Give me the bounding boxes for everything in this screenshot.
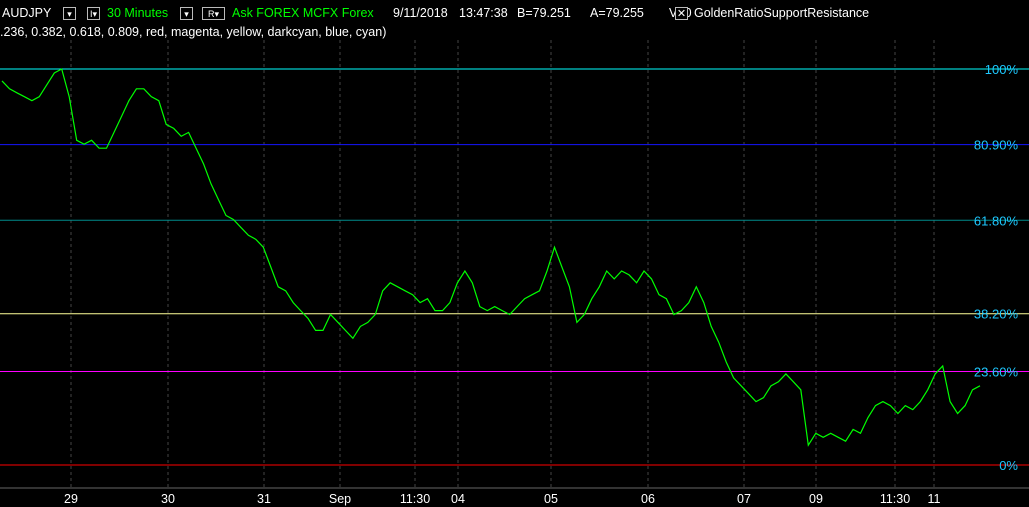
level-label-5: 0% xyxy=(999,458,1018,473)
x-tick-label-5: 04 xyxy=(451,492,465,506)
level-label-4: 23.60% xyxy=(974,365,1019,380)
x-tick-label-7: 06 xyxy=(641,492,655,506)
x-tick-label-0: 29 xyxy=(64,492,78,506)
level-label-3: 38.20% xyxy=(974,307,1019,322)
x-axis: 29 30 31 Sep 11:30 04 05 06 07 09 11:30 11 xyxy=(0,487,1029,506)
level-lines: 100% 80.90% 61.80% 38.20% 23.60% 0% xyxy=(0,62,1029,473)
x-tick-label-4: 11:30 xyxy=(400,492,430,506)
x-tick-label-6: 05 xyxy=(544,492,558,506)
x-tick-label-8: 07 xyxy=(737,492,751,506)
x-tick-label-9: 09 xyxy=(809,492,823,506)
level-label-2: 61.80% xyxy=(974,213,1019,228)
level-label-1: 80.90% xyxy=(974,138,1019,153)
x-tick-label-11: 11 xyxy=(928,492,941,506)
level-label-0: 100% xyxy=(985,62,1019,77)
x-tick-label-2: 31 xyxy=(257,492,271,506)
price-line xyxy=(1,68,981,447)
x-tick-label-10: 11:30 xyxy=(880,492,910,506)
x-tick-label-3: Sep xyxy=(329,492,351,506)
price-chart[interactable]: 100% 80.90% 61.80% 38.20% 23.60% 0% 29 30 31 Sep… xyxy=(0,0,1029,507)
x-tick-label-1: 30 xyxy=(161,492,175,506)
